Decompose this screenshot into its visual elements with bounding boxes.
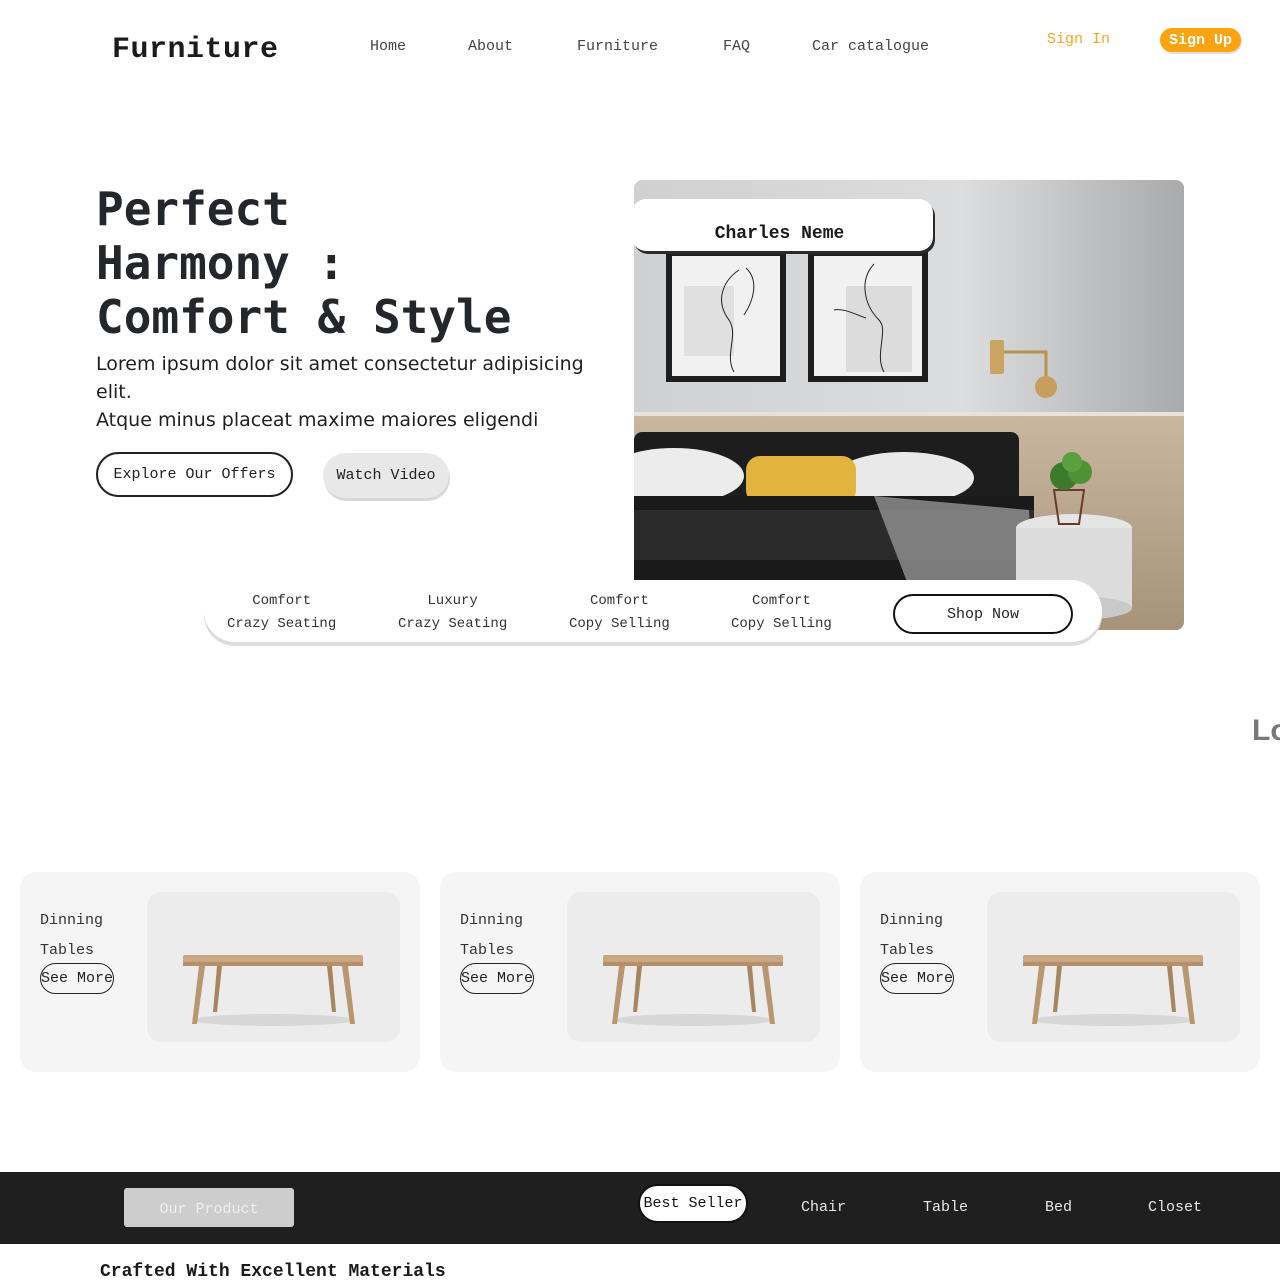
marquee-text: Lo — [1252, 714, 1280, 747]
hero-subtitle: Lorem ipsum dolor sit amet consectetur a… — [96, 350, 616, 434]
table-image — [987, 892, 1240, 1042]
feature-subtitle: Copy Selling — [731, 616, 832, 632]
feature-strip: Comfort Crazy Seating Luxury Crazy Seati… — [204, 580, 1102, 642]
dining-table-illustration — [183, 955, 363, 1026]
nav-home-link[interactable]: Home — [370, 38, 406, 55]
product-category-bar: Our Product Best Seller Chair Table Bed … — [0, 1172, 1280, 1244]
hero-title-line: Comfort & Style — [96, 290, 512, 344]
feature-title: Luxury — [427, 593, 478, 609]
product-category-line: Dinning — [880, 912, 944, 929]
hero-title-line: Perfect — [96, 182, 290, 236]
see-more-button[interactable]: See More — [40, 963, 114, 994]
our-product-button[interactable]: Our Product — [124, 1188, 294, 1227]
hero-title: Perfect Harmony : Comfort & Style — [96, 182, 616, 344]
tab-table[interactable]: Table — [923, 1199, 968, 1216]
tab-best-seller[interactable]: Best Seller — [638, 1184, 748, 1223]
hero-subtitle-line: Atque minus placeat maxime maiores elige… — [96, 409, 539, 431]
product-category: Dinning Tables — [460, 906, 523, 966]
tab-closet[interactable]: Closet — [1148, 1199, 1202, 1216]
nav-faq-link[interactable]: FAQ — [723, 38, 750, 55]
site-logo[interactable]: Furniture — [112, 33, 279, 67]
nav-car-catalogue-link[interactable]: Car catalogue — [812, 38, 929, 55]
sign-up-button[interactable]: Sign Up — [1160, 28, 1241, 52]
shop-now-button[interactable]: Shop Now — [893, 594, 1073, 634]
feature-subtitle: Crazy Seating — [227, 616, 337, 632]
watch-video-button[interactable]: Watch Video — [323, 453, 449, 498]
product-category: Dinning Tables — [40, 906, 103, 966]
product-category-line: Tables — [460, 942, 515, 959]
tab-chair[interactable]: Chair — [801, 1199, 846, 1216]
product-card: Dinning Tables See More — [440, 872, 840, 1072]
product-category: Dinning Tables — [880, 906, 943, 966]
table-image — [147, 892, 400, 1042]
tab-bed[interactable]: Bed — [1045, 1199, 1072, 1216]
sign-in-link[interactable]: Sign In — [1047, 31, 1110, 48]
feature-title: Comfort — [590, 593, 649, 609]
feature-subtitle: Copy Selling — [569, 616, 670, 632]
feature-subtitle: Crazy Seating — [398, 616, 508, 632]
section-heading: Crafted With Excellent Materials — [100, 1262, 446, 1280]
feature-item: Comfort Copy Selling — [569, 590, 670, 636]
product-category-line: Dinning — [460, 912, 524, 929]
nav-furniture-link[interactable]: Furniture — [577, 38, 658, 55]
product-card: Dinning Tables See More — [20, 872, 420, 1072]
product-category-line: Tables — [40, 942, 95, 959]
table-image — [567, 892, 820, 1042]
profile-name-card: Charles Neme — [632, 199, 933, 251]
see-more-button[interactable]: See More — [460, 963, 534, 994]
feature-item: Comfort Copy Selling — [731, 590, 832, 636]
see-more-button[interactable]: See More — [880, 963, 954, 994]
nav-about-link[interactable]: About — [468, 38, 513, 55]
product-category-line: Dinning — [40, 912, 104, 929]
feature-item: Luxury Crazy Seating — [398, 590, 507, 636]
hero-title-line: Harmony : — [96, 236, 346, 290]
feature-title: Comfort — [752, 593, 811, 609]
hero-subtitle-line: Lorem ipsum dolor sit amet consectetur a… — [96, 353, 584, 403]
dining-table-illustration — [1023, 955, 1203, 1026]
product-category-line: Tables — [880, 942, 935, 959]
dining-table-illustration — [603, 955, 783, 1026]
product-card: Dinning Tables See More — [860, 872, 1260, 1072]
feature-item: Comfort Crazy Seating — [227, 590, 336, 636]
explore-offers-button[interactable]: Explore Our Offers — [96, 452, 293, 497]
feature-title: Comfort — [252, 593, 312, 609]
